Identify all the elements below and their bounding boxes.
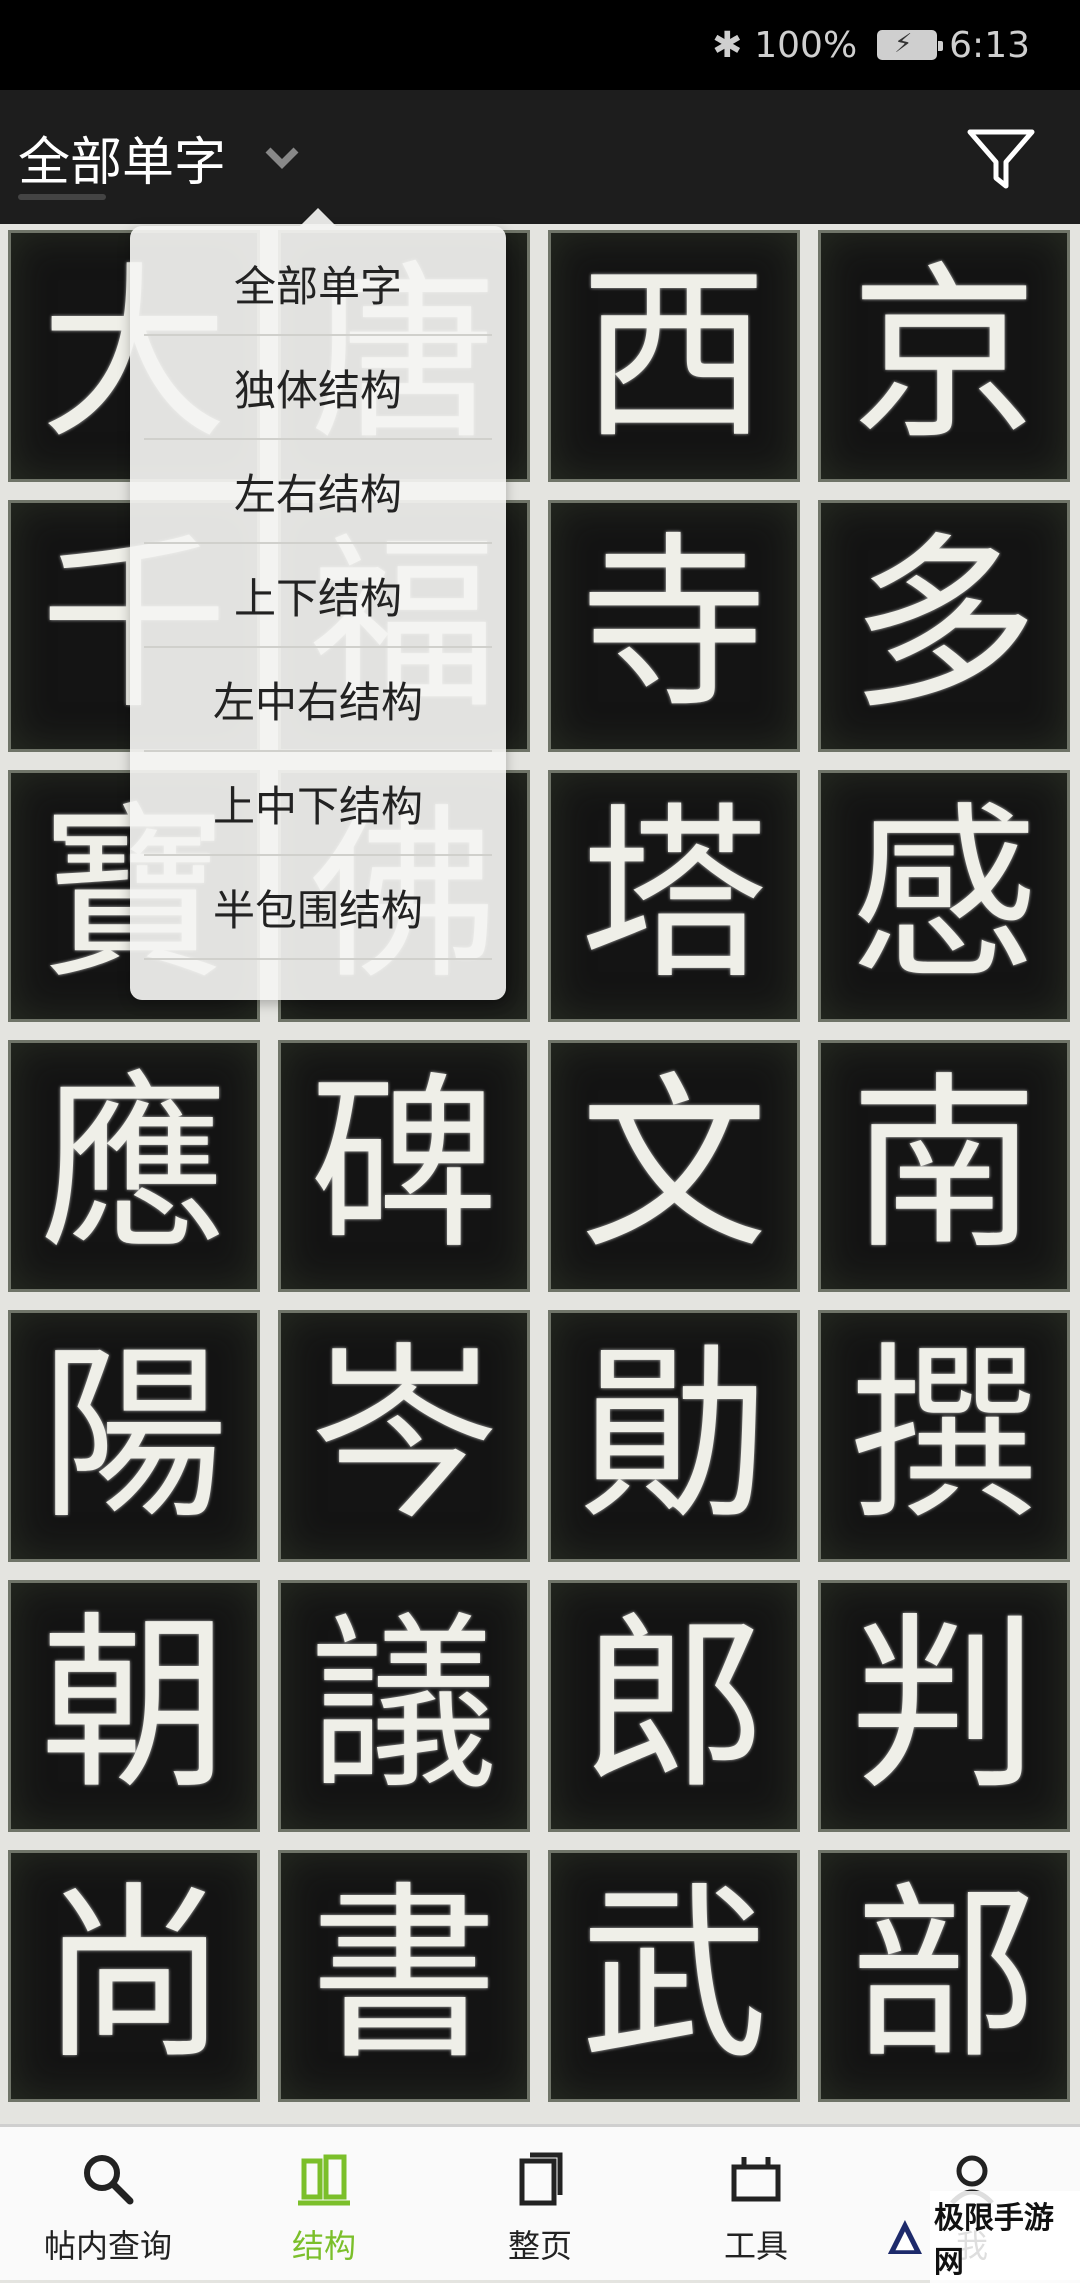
nav-label: 整页 <box>507 2227 572 2265</box>
character-tile[interactable]: 南 <box>818 1040 1070 1292</box>
nav-page[interactable]: 整页 <box>432 2127 648 2283</box>
app-header: 全部单字 <box>0 90 1080 224</box>
nav-tools[interactable]: 工具 <box>648 2127 864 2283</box>
character-tile[interactable]: 朝 <box>8 1580 260 1832</box>
character-tile[interactable]: 應 <box>8 1040 260 1292</box>
character-tile[interactable]: 尚 <box>8 1850 260 2102</box>
character-tile[interactable]: 陽 <box>8 1310 260 1562</box>
category-selector[interactable]: 全部单字 <box>18 120 226 195</box>
dropdown-option-all[interactable]: 全部单字 <box>144 232 492 336</box>
title-underline <box>18 194 106 200</box>
character-tile[interactable]: 多 <box>818 500 1070 752</box>
watermark-text: 极限手游网 <box>929 2191 1080 2283</box>
character-tile[interactable]: 文 <box>548 1040 800 1292</box>
toolbox-icon <box>731 2157 781 2202</box>
character-tile[interactable]: 判 <box>818 1580 1070 1832</box>
structure-icon <box>298 2154 350 2206</box>
watermark-logo-icon <box>887 2219 922 2255</box>
nav-label: 工具 <box>723 2227 788 2265</box>
character-tile[interactable]: 郎 <box>548 1580 800 1832</box>
battery-icon: ⚡ <box>877 29 944 60</box>
character-tile[interactable]: 寺 <box>548 500 800 752</box>
character-tile[interactable]: 西 <box>548 230 800 482</box>
dropdown-option-top-bottom[interactable]: 上下结构 <box>144 544 492 648</box>
chevron-down-icon[interactable] <box>262 138 302 178</box>
nav-label: 帖内查询 <box>43 2227 172 2265</box>
clock: 6:13 <box>949 24 1030 66</box>
character-tile[interactable]: 京 <box>818 230 1070 482</box>
dropdown-option-left-middle-right[interactable]: 左中右结构 <box>144 648 492 752</box>
character-tile[interactable]: 感 <box>818 770 1070 1022</box>
search-icon <box>84 2155 134 2205</box>
nav-search[interactable]: 帖内查询 <box>0 2127 216 2283</box>
dropdown-option-single[interactable]: 独体结构 <box>144 336 492 440</box>
character-tile[interactable]: 部 <box>818 1850 1070 2102</box>
character-tile[interactable]: 議 <box>278 1580 530 1832</box>
status-bar: ✱ 100% ⚡ 6:13 <box>0 0 1080 90</box>
dropdown-option-left-right[interactable]: 左右结构 <box>144 440 492 544</box>
dropdown-option-top-middle-bottom[interactable]: 上中下结构 <box>144 752 492 856</box>
page-icon <box>519 2152 563 2206</box>
character-tile[interactable]: 武 <box>548 1850 800 2102</box>
bluetooth-icon: ✱ <box>712 24 743 66</box>
watermark: 极限手游网 <box>886 2191 1080 2283</box>
character-tile[interactable]: 岑 <box>278 1310 530 1562</box>
filter-icon[interactable] <box>966 126 1036 192</box>
nav-label: 结构 <box>291 2227 356 2265</box>
dropdown-option-half-enclosed[interactable]: 半包围结构 <box>144 856 492 960</box>
character-tile[interactable]: 勛 <box>548 1310 800 1562</box>
character-tile[interactable]: 碑 <box>278 1040 530 1292</box>
nav-structure[interactable]: 结构 <box>216 2127 432 2283</box>
character-tile[interactable]: 書 <box>278 1850 530 2102</box>
character-tile[interactable]: 撰 <box>818 1310 1070 1562</box>
battery-percent: 100% <box>754 24 858 66</box>
character-tile[interactable]: 塔 <box>548 770 800 1022</box>
structure-dropdown: 全部单字 独体结构 左右结构 上下结构 左中右结构 上中下结构 半包围结构 <box>130 208 506 1000</box>
